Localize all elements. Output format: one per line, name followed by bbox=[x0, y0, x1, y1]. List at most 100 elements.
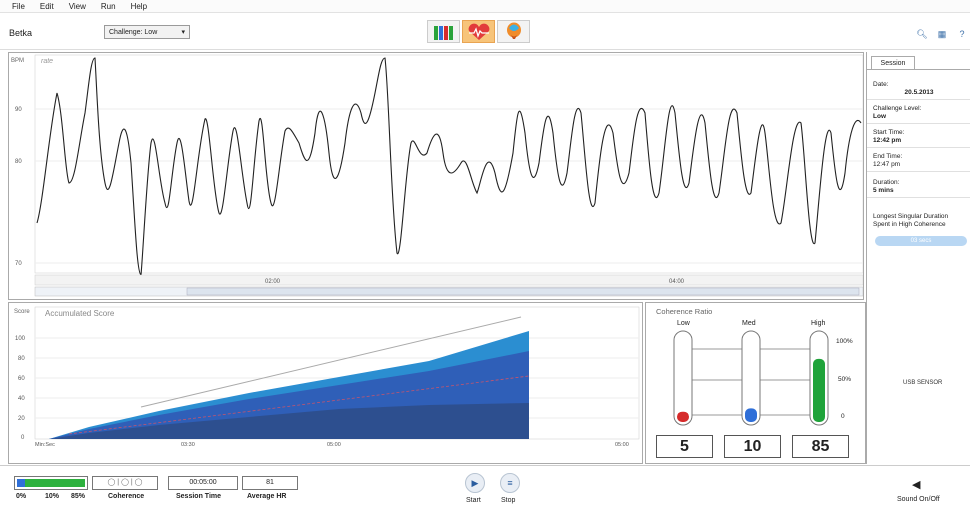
start-label: Start bbox=[466, 497, 481, 504]
tab-session[interactable]: Session bbox=[871, 56, 915, 70]
coherence-label: Coherence bbox=[108, 493, 145, 500]
hrv-waveform-chart: BPM rate 90 80 70 02:00 04:00 bbox=[8, 52, 864, 300]
meter-low-segment bbox=[17, 479, 26, 487]
med-score-box: 10 bbox=[724, 435, 781, 458]
med-fill bbox=[745, 408, 757, 422]
score-xtick-label: Min:Sec bbox=[35, 442, 55, 448]
end-time-value: 12:47 pm bbox=[873, 161, 901, 168]
start-time-label: Start Time: bbox=[873, 129, 905, 136]
user-name: Betka bbox=[9, 28, 33, 38]
pct-10: 10% bbox=[45, 493, 60, 500]
hrv-waveform-svg: BPM rate 90 80 70 02:00 04:00 bbox=[11, 54, 864, 297]
menu-edit[interactable]: Edit bbox=[40, 2, 54, 11]
menu-help[interactable]: Help bbox=[131, 2, 147, 11]
pct-tick-50: 50% bbox=[838, 376, 851, 383]
hrv-ytick-80: 80 bbox=[15, 159, 22, 165]
score-ytick-20: 20 bbox=[18, 416, 25, 422]
challenge-value: Challenge: Low bbox=[109, 28, 158, 36]
score-ytick-60: 60 bbox=[18, 376, 25, 382]
help-icon[interactable]: ? bbox=[956, 28, 968, 40]
stop-icon: ≡ bbox=[507, 478, 513, 488]
menu-bar: File Edit View Run Help bbox=[0, 0, 970, 13]
hrv-units: rate bbox=[41, 58, 53, 65]
bottom-bar: 0% 10% 85% ◯ | ◯ | ◯ Coherence 00:05:00 … bbox=[0, 465, 970, 511]
play-icon: ▶ bbox=[471, 477, 479, 488]
session-duration: Duration: 5 mins bbox=[867, 177, 970, 198]
hrv-xtick-02: 02:00 bbox=[265, 279, 281, 285]
search-icon[interactable]: 🔍︎ bbox=[916, 28, 928, 40]
end-time-label: End Time: bbox=[873, 153, 903, 160]
session-time-label: Session Time bbox=[176, 493, 222, 500]
sound-toggle-label: Sound On/Off bbox=[897, 496, 940, 503]
session-panel: Session Date: 20.5.2013 Challenge Level:… bbox=[866, 52, 970, 464]
balloon-mode-button[interactable] bbox=[497, 20, 530, 43]
score-ytick-0: 0 bbox=[21, 435, 25, 441]
usb-sensor-label: USB SENSOR bbox=[903, 380, 943, 386]
speaker-icon[interactable]: ◀ bbox=[912, 478, 920, 491]
coherence-med-label: Med bbox=[742, 320, 756, 327]
pct-0: 0% bbox=[16, 493, 27, 500]
session-start: Start Time: 12:42 pm bbox=[867, 127, 970, 148]
start-time-value: 12:42 pm bbox=[873, 137, 902, 144]
coherence-meter bbox=[14, 476, 88, 490]
toolbar: Betka Challenge: Low ▾ 🔍︎ ▦ ? bbox=[0, 14, 970, 50]
balloon-icon bbox=[506, 22, 521, 39]
coherence-high-label: High bbox=[811, 320, 826, 327]
start-button[interactable]: ▶ bbox=[465, 473, 485, 493]
score-ytick-80: 80 bbox=[18, 356, 25, 362]
hrv-scrollbar-thumb[interactable] bbox=[186, 287, 860, 296]
score-ytick-100: 100 bbox=[15, 336, 26, 342]
accumulated-score-svg: Score Accumulated Score 100 80 60 40 20 … bbox=[14, 306, 640, 448]
pct-tick-100: 100% bbox=[836, 338, 853, 345]
hrv-ytick-70: 70 bbox=[15, 261, 22, 267]
score-xtick-3: 05:00 bbox=[615, 442, 629, 448]
session-time-value: 00:05:00 bbox=[168, 476, 238, 490]
meter-high-segment bbox=[25, 479, 85, 487]
challenge-level-value: Low bbox=[873, 113, 886, 120]
high-fill bbox=[813, 358, 825, 422]
stop-label: Stop bbox=[501, 497, 516, 504]
low-score-box: 5 bbox=[656, 435, 713, 458]
session-date: Date: 20.5.2013 bbox=[867, 79, 970, 100]
chart-report-icon[interactable]: ▦ bbox=[936, 28, 948, 40]
bars-chart-icon bbox=[433, 25, 453, 40]
hrv-ytick-90: 90 bbox=[15, 107, 22, 113]
longest-value: 03 secs bbox=[875, 236, 967, 246]
low-fill bbox=[677, 411, 689, 422]
stop-button[interactable]: ≡ bbox=[500, 473, 520, 493]
score-title: Accumulated Score bbox=[45, 309, 115, 318]
score-xtick-1: 03:30 bbox=[181, 442, 195, 448]
average-hr-label: Average HR bbox=[247, 493, 287, 500]
date-label: Date: bbox=[873, 81, 889, 88]
bars-mode-button[interactable] bbox=[427, 20, 460, 43]
duration-label: Duration: bbox=[873, 179, 900, 186]
session-longest: Longest Singular Duration Spent in High … bbox=[867, 211, 970, 231]
hrv-mode-button[interactable] bbox=[462, 20, 495, 43]
session-challenge: Challenge Level: Low bbox=[867, 103, 970, 124]
pct-tick-0: 0 bbox=[841, 413, 845, 420]
longest-label: Longest Singular Duration Spent in High … bbox=[873, 213, 949, 228]
heart-hrv-icon bbox=[468, 23, 489, 40]
score-ylabel: Score bbox=[14, 309, 30, 315]
average-hr-value: 81 bbox=[242, 476, 298, 490]
coherence-toggle-group[interactable]: ◯ | ◯ | ◯ bbox=[92, 476, 158, 490]
menu-run[interactable]: Run bbox=[101, 2, 116, 11]
session-end: End Time: 12:47 pm bbox=[867, 151, 970, 172]
accumulated-score-panel: Score Accumulated Score 100 80 60 40 20 … bbox=[8, 302, 643, 464]
hrv-ylabel: BPM bbox=[11, 58, 24, 64]
pct-85: 85% bbox=[71, 493, 86, 500]
hrv-xtick-04: 04:00 bbox=[669, 279, 685, 285]
coherence-low-label: Low bbox=[677, 320, 691, 327]
score-xtick-2: 05:00 bbox=[327, 442, 341, 448]
coherence-title: Coherence Ratio bbox=[656, 307, 712, 316]
menu-file[interactable]: File bbox=[12, 2, 25, 11]
tab-divider bbox=[867, 69, 970, 70]
high-score-box: 85 bbox=[792, 435, 849, 458]
challenge-select[interactable]: Challenge: Low ▾ bbox=[104, 25, 190, 39]
score-ytick-40: 40 bbox=[18, 396, 25, 402]
low-thermometer bbox=[673, 330, 693, 426]
menu-view[interactable]: View bbox=[69, 2, 86, 11]
date-value: 20.5.2013 bbox=[904, 89, 934, 96]
chevron-down-icon: ▾ bbox=[181, 29, 185, 36]
challenge-level-label: Challenge Level: bbox=[873, 105, 922, 112]
